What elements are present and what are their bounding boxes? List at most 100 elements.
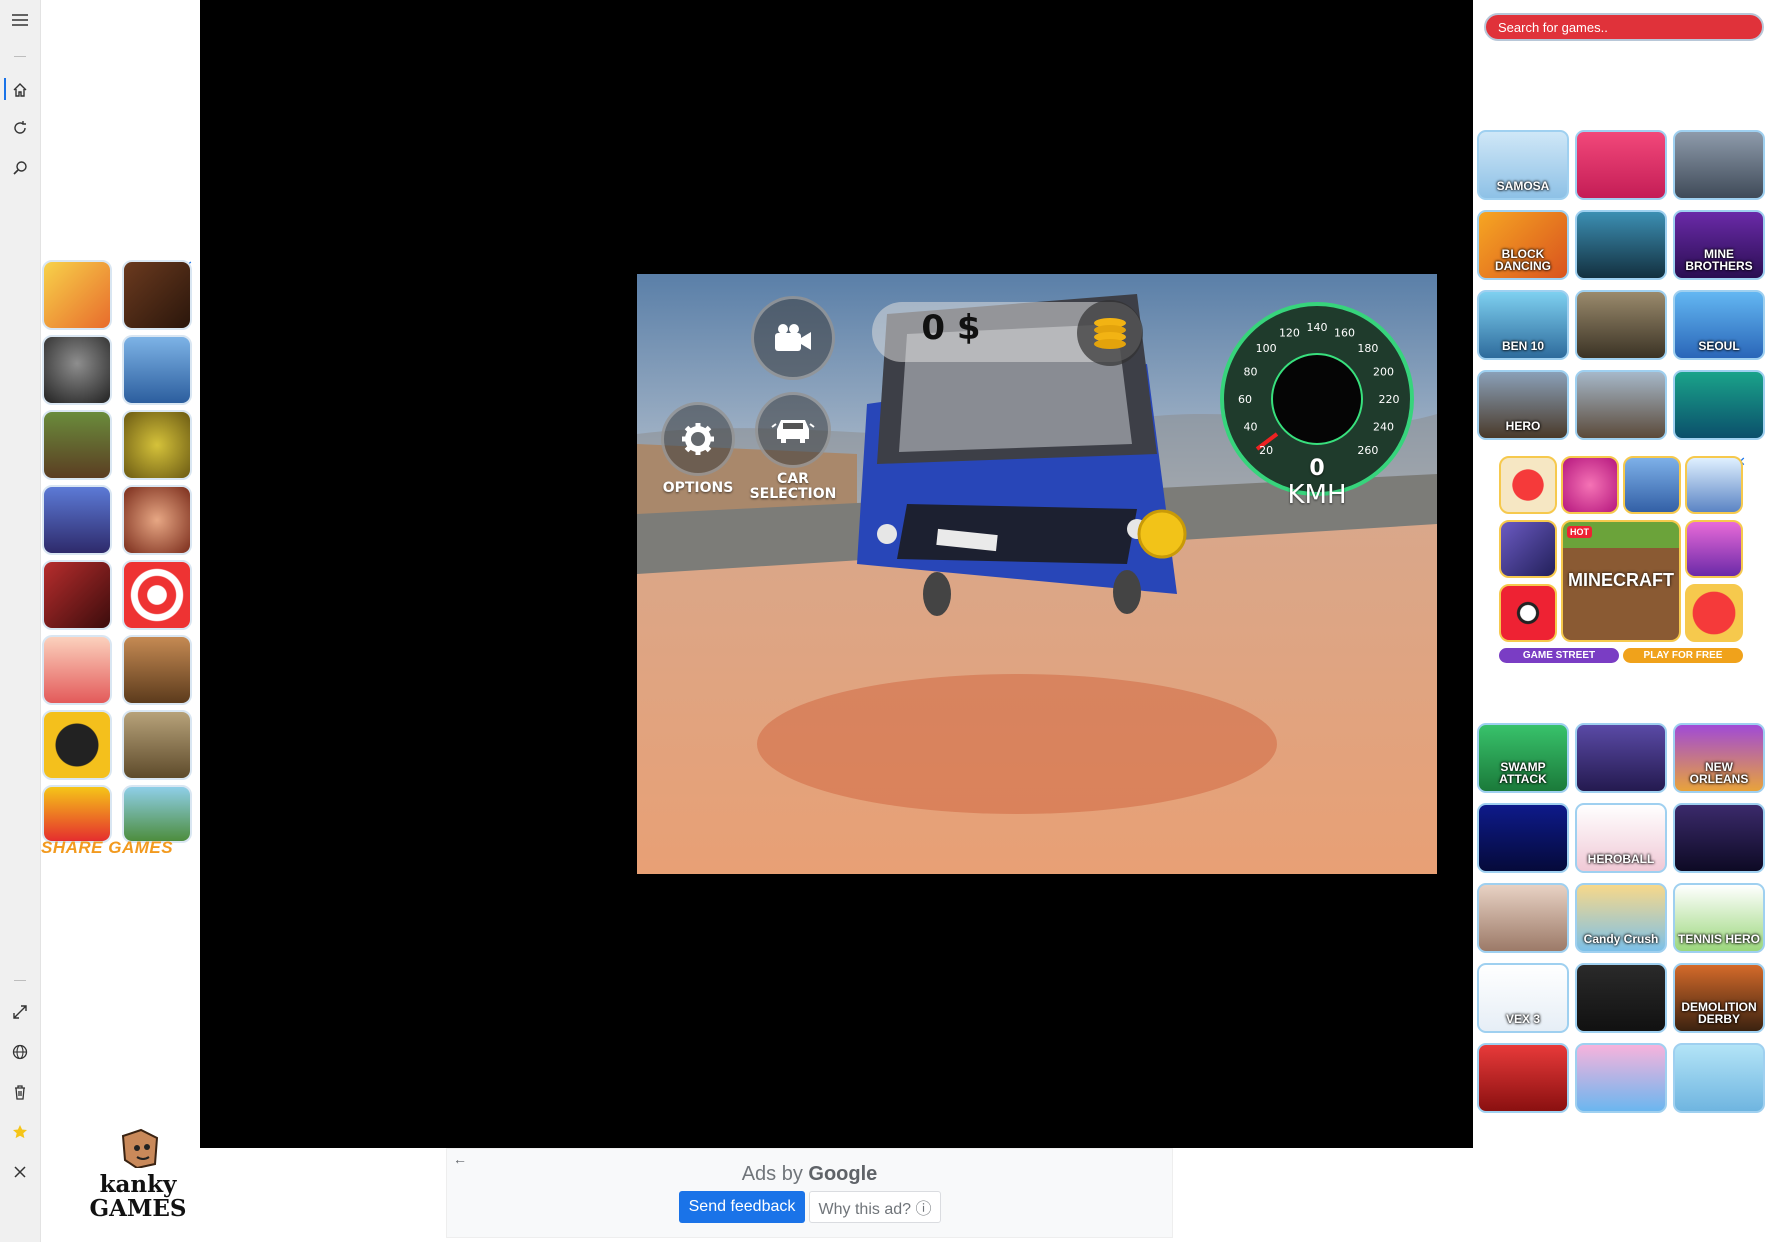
- home-icon[interactable]: [8, 78, 32, 102]
- search-input[interactable]: [1484, 13, 1764, 41]
- speed-value: 0: [1309, 456, 1325, 481]
- game-tile-pacman[interactable]: [1477, 803, 1569, 873]
- ad-tile-granny[interactable]: [42, 335, 112, 405]
- game-tile-car-race[interactable]: [1673, 130, 1765, 200]
- ad-tile-among-us[interactable]: [1499, 456, 1557, 514]
- why-this-ad-button[interactable]: Why this ad? ⓘ: [809, 1191, 941, 1223]
- game-tile-fireboy-watergirl[interactable]: [1673, 370, 1765, 440]
- options-label: OPTIONS: [662, 480, 734, 496]
- fullscreen-icon[interactable]: [8, 1000, 32, 1024]
- ad-tile-subway-surfers[interactable]: [42, 260, 112, 330]
- ad-tile-minecraft[interactable]: [42, 410, 112, 480]
- kanky-games-logo[interactable]: kanky GAMES: [78, 1128, 198, 1238]
- ad-tile-among-us[interactable]: [42, 785, 112, 843]
- game-tile-eye[interactable]: [1575, 963, 1667, 1033]
- gear-icon: [682, 423, 714, 455]
- options-button[interactable]: [661, 402, 735, 476]
- camera-button[interactable]: [751, 296, 835, 380]
- ad-tile-roblox[interactable]: [1623, 456, 1681, 514]
- game-tile-castle[interactable]: [1575, 370, 1667, 440]
- ad-tile-temple-run[interactable]: [122, 410, 192, 480]
- car-icon: [771, 420, 815, 443]
- ad-tile-racing[interactable]: [1499, 520, 1557, 578]
- send-feedback-button[interactable]: Send feedback: [679, 1191, 805, 1223]
- ad-tile-kick-the-buddy[interactable]: [122, 560, 192, 630]
- game-tile-among-us[interactable]: [1575, 723, 1667, 793]
- ad-tile-minecraft[interactable]: MINECRAFT HOT: [1561, 520, 1681, 642]
- ad-tile-pokeball[interactable]: [1499, 584, 1557, 642]
- hot-badge: HOT: [1567, 526, 1592, 538]
- game-tile-hand-doctor[interactable]: [1673, 1043, 1765, 1113]
- game-tile-super-hero[interactable]: HERO: [1477, 370, 1569, 440]
- menu-icon[interactable]: [8, 8, 32, 32]
- globe-icon[interactable]: [8, 1040, 32, 1064]
- ad-tile-gang-street[interactable]: [122, 635, 192, 705]
- game-tile-squid-game[interactable]: [1575, 130, 1667, 200]
- game-tile-label: NEW ORLEANS: [1689, 760, 1749, 786]
- game-tile-samosa[interactable]: SAMOSA: [1477, 130, 1569, 200]
- game-tile-shopping-girl[interactable]: [1575, 1043, 1667, 1113]
- game-tile-label: HERO: [1505, 419, 1541, 433]
- ads-by-google: Ads by Google: [447, 1163, 1172, 1186]
- ad-tile-scary-teacher[interactable]: [122, 485, 192, 555]
- game-tile-mine-brothers[interactable]: MINE BROTHERS: [1673, 210, 1765, 280]
- speedometer-tick-label: 120: [1279, 326, 1300, 339]
- game-tile-swamp-attack[interactable]: SWAMP ATTACK: [1477, 723, 1569, 793]
- game-tile-block-dancing[interactable]: BLOCK DANCING: [1477, 210, 1569, 280]
- speedometer-tick-label: 40: [1243, 421, 1257, 434]
- game-tile-imposter[interactable]: [1673, 803, 1765, 873]
- game-street-pill[interactable]: GAME STREET: [1499, 648, 1619, 663]
- ad-tile-dentist[interactable]: [42, 635, 112, 705]
- close-icon[interactable]: [8, 1160, 32, 1184]
- game-tile-tennis-hero[interactable]: TENNIS HERO: [1673, 883, 1765, 953]
- game-stage: 20 40 60 80 100 120 140 160 180 200 220 240 260 OPTI…: [200, 0, 1473, 1148]
- game-tile-candy-crush[interactable]: Candy Crush: [1575, 883, 1667, 953]
- refresh-icon[interactable]: [8, 116, 32, 140]
- left-icon-rail: [0, 0, 41, 1242]
- game-tile-prison-escape[interactable]: [1575, 290, 1667, 360]
- play-for-free-pill[interactable]: PLAY FOR FREE: [1623, 648, 1743, 663]
- ad-tile-pubg[interactable]: [122, 335, 192, 405]
- game-tile-vex-3[interactable]: VEX 3: [1477, 963, 1569, 1033]
- trash-icon[interactable]: [8, 1080, 32, 1104]
- search-icon[interactable]: [8, 156, 32, 180]
- game-tile-label: BEN 10: [1501, 339, 1545, 353]
- game-tile-ben-10[interactable]: BEN 10: [1477, 290, 1569, 360]
- mid-game-ad[interactable]: ⓘ ✕ MINECRAFT HOT GAME STREET PLAY FOR F…: [1499, 454, 1751, 666]
- ad-tile-boxing[interactable]: [42, 560, 112, 630]
- game-tile-label: MINE BROTHERS: [1685, 247, 1753, 273]
- game-tile-seoul[interactable]: SEOUL: [1673, 290, 1765, 360]
- speedometer-tick-label: 200: [1373, 365, 1394, 378]
- ad-tile-fnaf[interactable]: [122, 260, 192, 330]
- ad-tile-candy[interactable]: [1561, 456, 1619, 514]
- speedometer-tick-label: 100: [1256, 342, 1277, 355]
- game-tile-gangster[interactable]: [1477, 883, 1569, 953]
- ad-tile-hero-agent[interactable]: [42, 710, 112, 780]
- game-scene: 2040 60 80 100120 140 160180 200 220 240 260: [637, 274, 1437, 874]
- game-tile-stickman[interactable]: [1575, 210, 1667, 280]
- speedometer-tick-label: 240: [1373, 421, 1394, 434]
- car-selection-button[interactable]: [755, 392, 831, 468]
- speedometer-tick-label: 140: [1307, 321, 1328, 334]
- star-icon[interactable]: [8, 1120, 32, 1144]
- game-canvas[interactable]: 20 40 60 80 100 120 140 160 180 200 220 240 260 OPTI…: [637, 274, 1437, 874]
- ad-tile-snow[interactable]: [1685, 456, 1743, 514]
- car-selection-line1: CAR: [777, 471, 809, 487]
- game-tile-fruit-slice[interactable]: [1477, 1043, 1569, 1113]
- speedometer-tick-label: 160: [1334, 326, 1355, 339]
- speedometer-tick-label: 220: [1379, 393, 1400, 406]
- ad-tile-roblox[interactable]: [122, 785, 192, 843]
- game-tile-subway-new-orleans[interactable]: NEW ORLEANS: [1673, 723, 1765, 793]
- rail-divider: [14, 56, 26, 57]
- game-tile-label: DEMOLITION DERBY: [1681, 1000, 1757, 1026]
- share-games-logo[interactable]: SHARE GAMES: [41, 838, 173, 858]
- speed-unit: KMH: [1287, 480, 1347, 510]
- ad-tile-red-ball[interactable]: [1685, 584, 1743, 642]
- ad-tile-piano[interactable]: [1685, 520, 1743, 578]
- game-tile-demolition-derby[interactable]: DEMOLITION DERBY: [1673, 963, 1765, 1033]
- game-tile-label: SAMOSA: [1496, 179, 1550, 193]
- game-tile-heroball-christmas-love[interactable]: HEROBALL: [1575, 803, 1667, 873]
- ad-tile-fortnite[interactable]: [42, 485, 112, 555]
- left-game-ad[interactable]: ⓘ ✕ SHARE GAMES: [40, 258, 200, 858]
- ad-tile-gangster[interactable]: [122, 710, 192, 780]
